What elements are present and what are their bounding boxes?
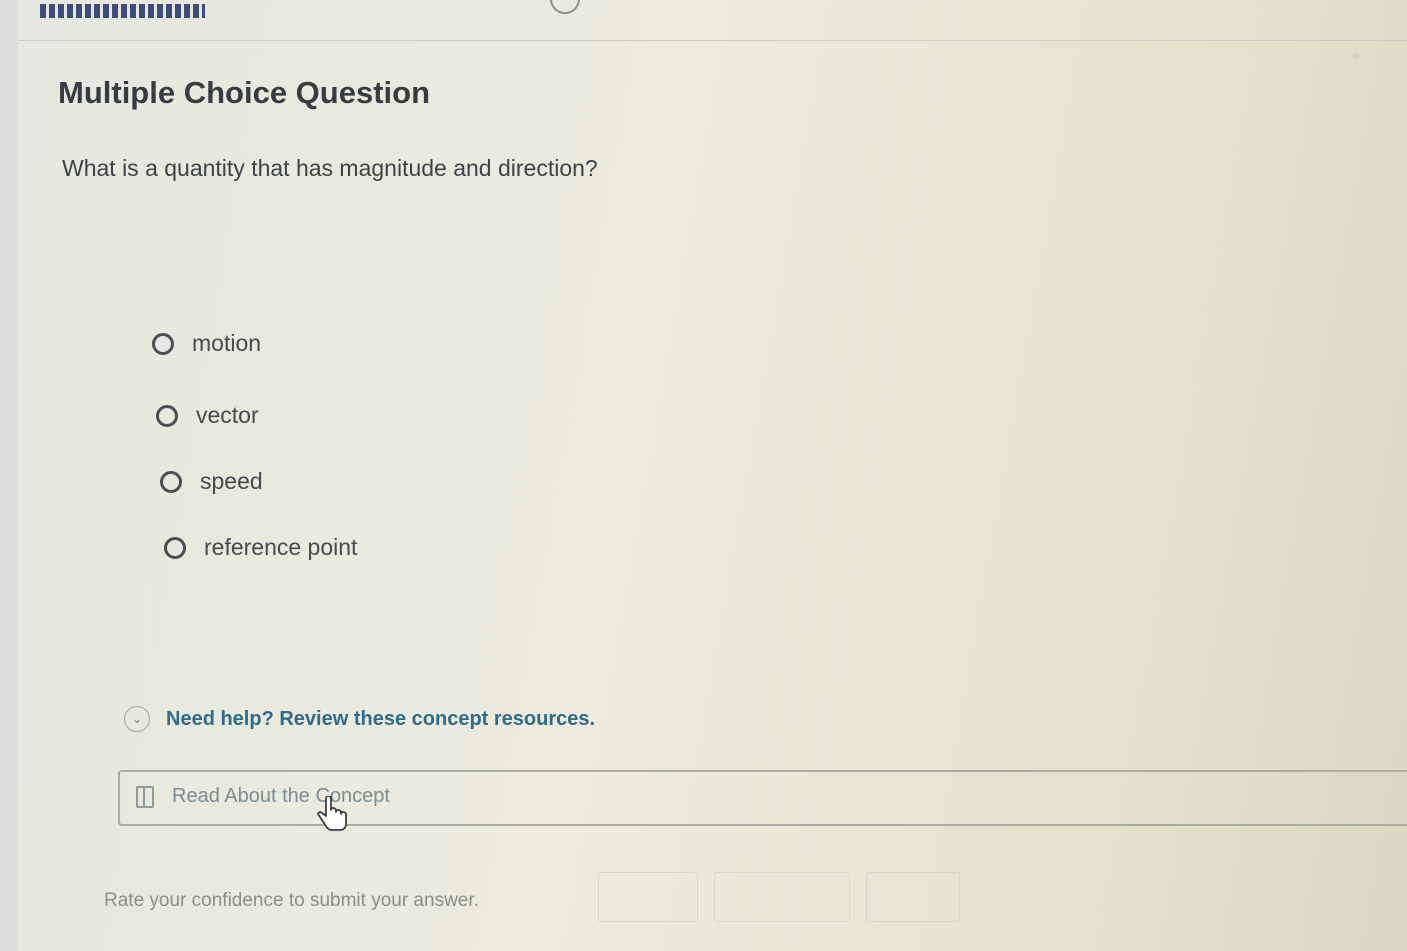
confidence-prompt: Rate your confidence to submit your answ… [104, 890, 479, 911]
option-reference-point[interactable]: reference point [164, 534, 357, 561]
help-toggle[interactable]: ⌄ Need help? Review these concept resour… [124, 706, 595, 732]
option-label: vector [196, 402, 259, 428]
confidence-button-3[interactable] [866, 872, 960, 922]
option-label: reference point [204, 534, 358, 560]
chevron-down-icon: ⌄ [124, 706, 150, 732]
radio-button[interactable] [152, 332, 174, 355]
book-icon [136, 785, 154, 808]
left-rail [0, 0, 18, 951]
confidence-button-1[interactable] [598, 872, 698, 922]
radio-button[interactable] [164, 536, 186, 559]
option-label: motion [192, 330, 262, 356]
hand-cursor-icon [317, 796, 347, 831]
top-bar [18, 0, 1407, 41]
radio-button[interactable] [156, 404, 178, 427]
option-label: speed [200, 468, 263, 494]
help-text: Need help? Review these concept resource… [166, 707, 596, 730]
resource-label: Read About the Concept [172, 785, 390, 807]
page-title: Multiple Choice Question [58, 75, 431, 110]
confidence-button-2[interactable] [714, 872, 850, 922]
radio-button[interactable] [160, 470, 182, 493]
read-concept-link[interactable]: Read About the Concept [136, 785, 390, 808]
progress-indicator [40, 4, 205, 18]
dot-icon [1352, 52, 1360, 60]
option-vector[interactable]: vector [156, 402, 259, 429]
question-text: What is a quantity that has magnitude an… [62, 155, 598, 181]
option-speed[interactable]: speed [160, 468, 263, 495]
option-motion[interactable]: motion [152, 330, 261, 357]
